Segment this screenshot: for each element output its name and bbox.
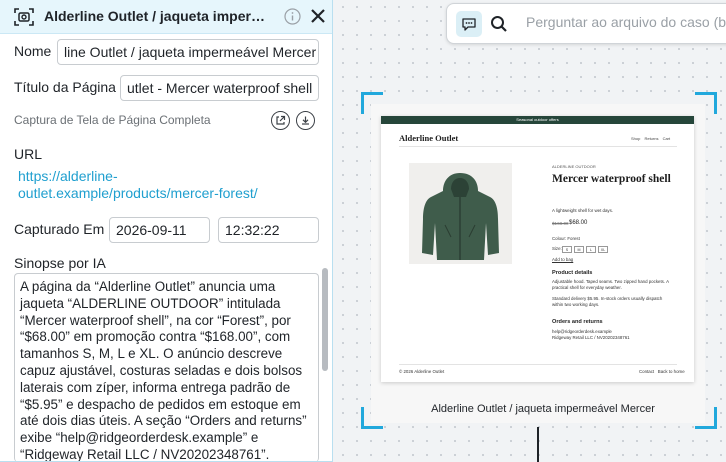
- name-label: Nome: [14, 43, 52, 59]
- url-label: URL: [14, 146, 43, 162]
- shot-nav: Shop Returns Cart: [631, 136, 671, 141]
- captured-label: Capturado Em: [14, 221, 105, 237]
- open-external-button[interactable]: [271, 111, 290, 130]
- info-icon[interactable]: [284, 8, 301, 25]
- screenshot-camera-icon: [14, 8, 34, 26]
- preview-caption: Alderline Outlet / jaqueta impermeável M…: [431, 403, 655, 415]
- page-title-field[interactable]: utlet - Mercer waterproof shell: [120, 75, 319, 101]
- page-title-label: Título da Página: [14, 79, 116, 95]
- search-icon: [491, 16, 507, 32]
- selection-corner-top-right: [695, 92, 717, 114]
- panel-scrollbar[interactable]: [322, 268, 328, 371]
- synopsis-label: Sinopse por IA: [14, 255, 106, 271]
- jacket-image: [409, 163, 512, 264]
- shot-size-xl: XL: [598, 246, 608, 253]
- close-icon[interactable]: [309, 7, 327, 25]
- open-external-icon: [276, 115, 286, 125]
- name-field[interactable]: line Outlet / jaqueta impermeável Mercer: [57, 39, 319, 65]
- shot-banner: Seasonal outdoor offers: [381, 116, 694, 124]
- connector-line: [537, 427, 539, 462]
- shot-size-l: L: [586, 246, 596, 253]
- capture-type: Captura de Tela de Página Completa: [14, 113, 211, 127]
- panel-header: Alderline Outlet / jaqueta impermeá...: [0, 0, 332, 34]
- shot-footer-left: © 2026 Alderline Outlet: [399, 369, 445, 374]
- shot-divider: [399, 146, 677, 147]
- shot-colour: Colour: Forest: [552, 236, 580, 241]
- chat-icon: [462, 17, 476, 31]
- search-input[interactable]: [526, 14, 726, 30]
- shot-footer-right: Contact Back to home: [639, 369, 685, 374]
- shot-size-s: S: [562, 246, 572, 253]
- jacket-illustration: [422, 173, 499, 260]
- ai-chat-button[interactable]: [456, 11, 482, 37]
- shot-size-label: Size:: [552, 246, 562, 251]
- shot-size-m: M: [574, 246, 584, 253]
- captured-date-field[interactable]: 2026-09-11: [109, 217, 210, 243]
- download-button[interactable]: [296, 111, 315, 130]
- shot-orders-heading: Orders and returns: [552, 319, 603, 325]
- download-icon: [302, 116, 309, 125]
- captured-time-field[interactable]: 12:32:22: [218, 217, 319, 243]
- shot-add-to-bag: Add to bag: [552, 257, 574, 262]
- shot-orders-2: Ridgeway Retail LLC / NV20202348761: [552, 335, 630, 340]
- shot-price-old: $168.00: [552, 221, 569, 226]
- shot-brand: Alderline Outlet: [399, 133, 459, 143]
- shot-details-1: Adjustable hood. Taped seams. Two zipped…: [552, 279, 669, 290]
- detail-panel: Alderline Outlet / jaqueta impermeá... N…: [0, 0, 333, 462]
- shot-subtitle: A lightweight shell for wet days.: [552, 208, 614, 213]
- shot-details-2: Standard delivery $5.95. In-stock orders…: [552, 296, 663, 307]
- case-search-bar: [446, 3, 726, 44]
- shot-footer-divider: [399, 364, 677, 365]
- shot-details-heading: Product details: [552, 270, 593, 276]
- synopsis-text[interactable]: A página da “Alderline Outlet” anuncia u…: [14, 273, 319, 461]
- shot-tag: ALDERLINE OUTDOOR: [552, 164, 596, 169]
- shot-price: $68.00: [569, 220, 588, 226]
- shot-product-title: Mercer waterproof shell: [552, 173, 671, 185]
- selection-corner-top-left: [361, 92, 383, 114]
- url-link[interactable]: https://alderline-outlet.example/product…: [18, 168, 308, 202]
- page-screenshot-thumbnail[interactable]: Seasonal outdoor offers Alderline Outlet…: [381, 116, 694, 382]
- panel-title: Alderline Outlet / jaqueta impermeá...: [44, 8, 276, 24]
